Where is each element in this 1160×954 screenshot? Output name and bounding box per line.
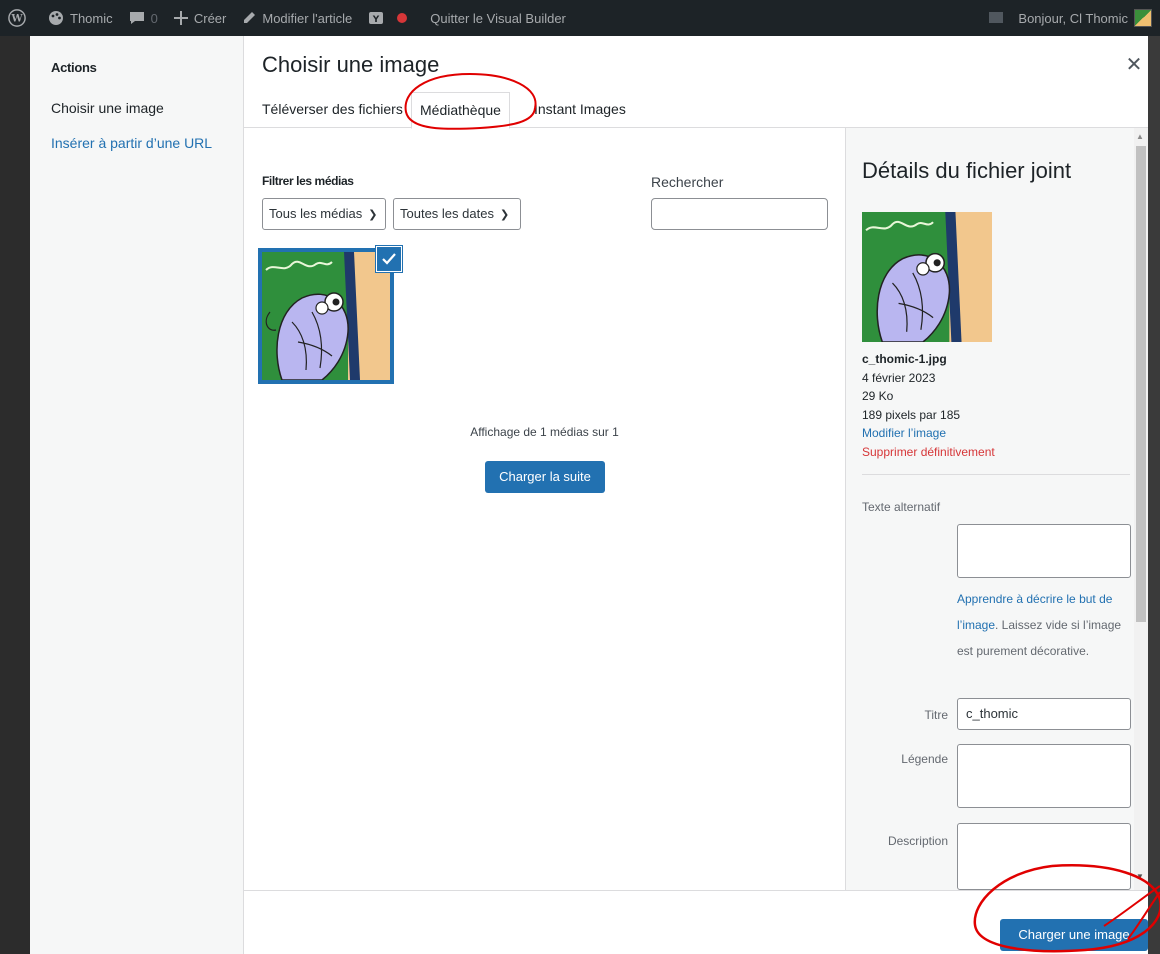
avatar — [1134, 9, 1152, 27]
upload-date: 4 février 2023 — [862, 370, 936, 385]
caption-label: Légende — [901, 752, 948, 766]
date-select[interactable]: Toutes les dates ❯ — [393, 198, 521, 230]
description-label: Description — [887, 834, 948, 848]
date-value: Toutes les dates — [400, 206, 494, 221]
media-modal: Actions Choisir une image Insérer à part… — [30, 36, 1148, 954]
alt-text-label: Texte alternatif — [862, 500, 941, 514]
create-label: Créer — [193, 10, 227, 26]
caption-field[interactable] — [957, 744, 1131, 808]
my-account-link[interactable]: Bonjour, Cl Thomic — [980, 0, 1160, 36]
chevron-down-icon: ❯ — [368, 209, 378, 221]
tab-instant-images[interactable]: Instant Images — [526, 92, 634, 128]
router-tabs: Téléverser des fichiers Médiathèque Inst… — [244, 92, 1148, 129]
background-page-right — [1148, 36, 1160, 954]
search-label: Rechercher — [651, 174, 724, 190]
exit-visual-builder-label: Quitter le Visual Builder — [430, 10, 566, 26]
tab-upload-files[interactable]: Téléverser des fichiers — [254, 92, 411, 128]
media-type-select[interactable]: Tous les médias ❯ — [262, 198, 386, 230]
menu-item-insert-from-url[interactable]: Insérer à partir d’une URL — [51, 135, 212, 151]
svg-text:W: W — [10, 14, 23, 25]
comment-icon — [129, 12, 144, 24]
comments-link[interactable]: 0 — [121, 0, 166, 36]
title-field[interactable]: c_thomic — [957, 698, 1131, 730]
tab-media-library[interactable]: Médiathèque — [411, 92, 510, 129]
status-dot-icon — [397, 13, 408, 23]
yoast-link[interactable]: Y — [360, 0, 422, 36]
pencil-icon — [244, 12, 256, 23]
site-name-link[interactable]: Thomic — [40, 0, 121, 36]
details-thumbnail — [862, 212, 992, 342]
upload-image-button[interactable]: Charger une image — [1000, 919, 1148, 951]
media-menu: Actions Choisir une image Insérer à part… — [30, 36, 244, 954]
file-size: 29 Ko — [862, 389, 894, 403]
attachments-browser: Filtrer les médias Tous les médias ❯ Tout… — [244, 128, 845, 890]
modal-title: Choisir une image — [262, 52, 440, 77]
media-count-text: Affichage de 1 médias sur 1 — [470, 425, 619, 439]
details-title: Détails du fichier joint — [862, 158, 1072, 183]
notification-icon — [989, 12, 1004, 23]
modal-toolbar: Charger une image — [244, 890, 1148, 954]
file-name: c_thomic-1.jpg — [862, 352, 947, 366]
alt-text-help: Apprendre à décrire le but de l’image. L… — [957, 586, 1135, 664]
title-label: Titre — [924, 708, 948, 722]
chevron-down-icon: ❯ — [499, 209, 510, 221]
attachment-details-sidebar: Détails du fichier joint c_thomic-1.jpg … — [845, 128, 1148, 890]
greeting: Bonjour, Cl Thomic — [1018, 10, 1128, 26]
alt-text-field[interactable] — [957, 524, 1131, 578]
edit-image-link[interactable]: Modifier l’image — [862, 424, 995, 443]
wordpress-icon: W — [8, 9, 26, 27]
scroll-up-icon[interactable]: ▲ — [1136, 132, 1144, 141]
search-input[interactable] — [651, 198, 828, 230]
divider — [862, 474, 1130, 475]
close-icon: ✕ — [1125, 53, 1143, 76]
menu-heading: Actions — [51, 60, 97, 75]
dimensions: 189 pixels par 185 — [862, 407, 961, 422]
scrollbar-thumb[interactable] — [1136, 146, 1146, 622]
comments-count: 0 — [150, 10, 158, 26]
selected-check-button[interactable] — [376, 246, 402, 272]
wordpress-logo[interactable]: W — [0, 0, 40, 36]
create-link[interactable]: Créer — [166, 0, 235, 36]
site-name: Thomic — [70, 10, 113, 26]
scroll-down-icon[interactable]: ▼ — [1136, 872, 1144, 881]
edit-post-label: Modifier l'article — [262, 10, 353, 26]
load-more-button[interactable]: Charger la suite — [485, 461, 605, 493]
file-meta: c_thomic-1.jpg 4 février 2023 29 Ko 189 … — [862, 350, 995, 461]
delete-permanently-link[interactable]: Supprimer définitivement — [862, 443, 995, 462]
exit-visual-builder-link[interactable]: Quitter le Visual Builder — [422, 0, 574, 36]
svg-text:Y: Y — [372, 15, 380, 25]
palette-icon — [49, 11, 63, 25]
description-field[interactable] — [957, 823, 1131, 890]
media-type-value: Tous les médias — [269, 206, 363, 221]
menu-item-choose-image[interactable]: Choisir une image — [51, 100, 164, 116]
filter-label: Filtrer les médias — [262, 174, 354, 188]
edit-post-link[interactable]: Modifier l'article — [234, 0, 360, 36]
checkmark-icon — [382, 253, 396, 265]
plus-icon — [173, 11, 188, 25]
close-button[interactable]: ✕ — [1120, 50, 1148, 78]
attachment-thumbnail[interactable] — [258, 246, 402, 384]
attachment-image — [262, 252, 390, 380]
admin-bar: W Thomic 0 Créer Modifier l'article Y Qu… — [0, 0, 1160, 36]
background-page — [0, 36, 30, 954]
yoast-icon: Y — [369, 12, 384, 25]
